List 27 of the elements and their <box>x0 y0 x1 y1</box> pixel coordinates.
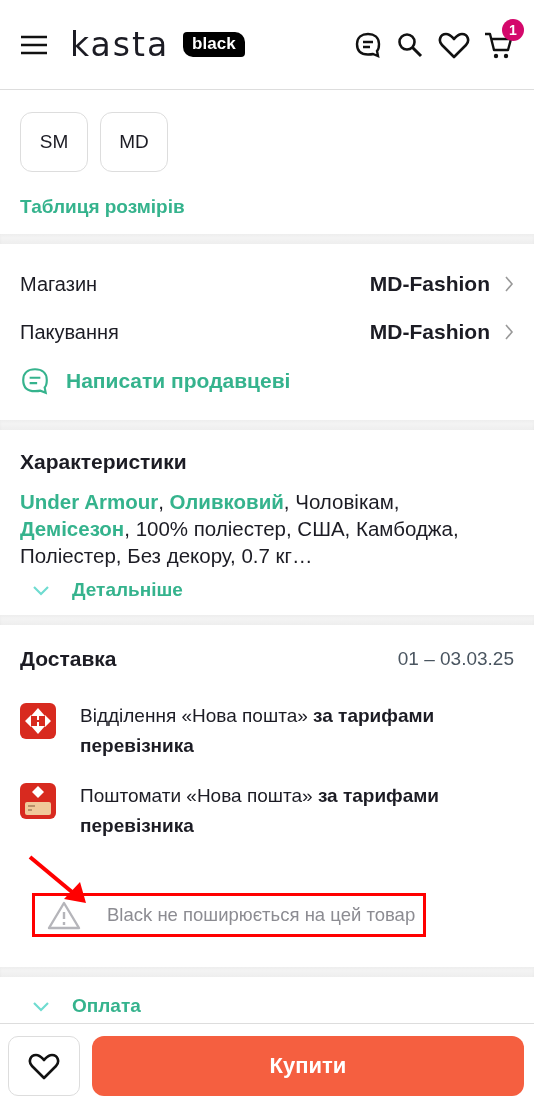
row-label: Пакування <box>20 320 120 344</box>
section-title: Доставка <box>20 647 117 671</box>
heart-icon <box>28 1052 60 1080</box>
row-value[interactable]: MD-Fashion <box>369 272 490 296</box>
size-option[interactable]: SM <box>20 112 88 172</box>
search-icon[interactable] <box>396 30 424 59</box>
menu-icon[interactable] <box>20 34 48 55</box>
parcel-locker-icon <box>20 783 56 819</box>
logo-badge: black <box>183 32 245 57</box>
chevron-right-icon[interactable] <box>504 276 514 292</box>
warning-icon <box>47 900 81 930</box>
characteristics-text: Under Armour, Оливковий, Чоловікам, Демісезон, 100% поліестер, США, Камбоджа, Поліестер, Без декору, 0.7 кг… <box>20 489 460 569</box>
delivery-logo-icon <box>20 703 56 739</box>
delivery-option-text: Поштомати «Нова пошта» за тарифами перевізника <box>80 784 441 838</box>
cart-count-badge: 1 <box>502 18 524 41</box>
heart-icon[interactable] <box>438 30 470 59</box>
chat-icon[interactable] <box>354 30 382 59</box>
chevron-right-icon[interactable] <box>504 324 514 340</box>
delivery-dates: 01 – 03.03.25 <box>397 648 514 670</box>
row-label: Магазин <box>20 272 99 296</box>
warning-note: Black не поширюється на цей товар <box>107 904 416 926</box>
size-option[interactable]: MD <box>100 112 168 172</box>
delivery-option-text: Відділення «Нова пошта» за тарифами перевізника <box>80 704 436 758</box>
logo[interactable]: kasta <box>70 28 170 61</box>
row-value[interactable]: MD-Fashion <box>369 320 490 344</box>
section-title: Характеристики <box>20 450 188 474</box>
favorite-button[interactable] <box>8 1036 80 1096</box>
